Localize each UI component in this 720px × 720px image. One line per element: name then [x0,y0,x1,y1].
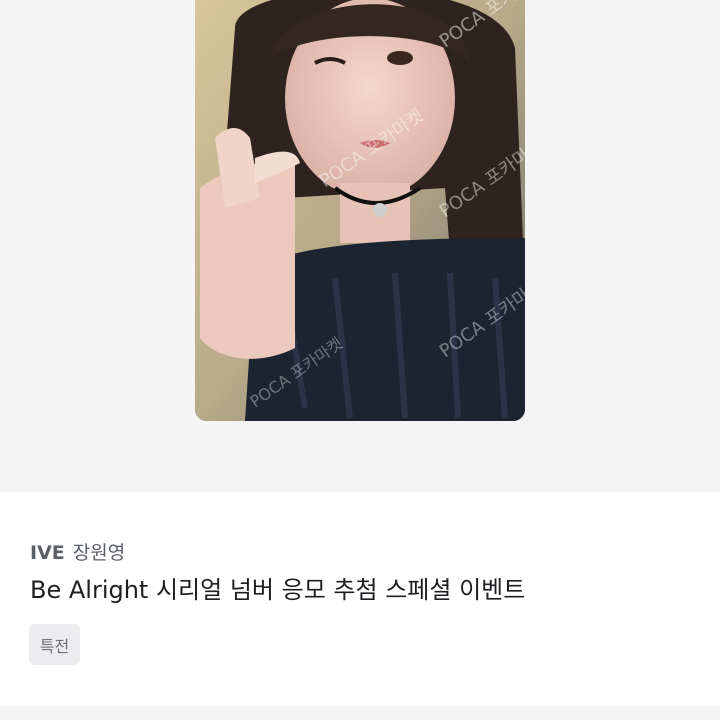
tag-chip[interactable]: 특전 [29,624,80,665]
product-title: Be Alright 시리얼 넘버 응모 추첨 스페셜 이벤트 [30,576,526,604]
artist-row: IVE 장원영 [30,538,125,565]
member-name[interactable]: 장원영 [73,538,125,565]
section-divider [0,706,720,720]
photocard-image[interactable]: POCA 포카마켓 POCA 포카마켓 POCA 포카마켓 POCA 포카마켓 … [195,0,525,421]
group-name[interactable]: IVE [30,542,65,564]
